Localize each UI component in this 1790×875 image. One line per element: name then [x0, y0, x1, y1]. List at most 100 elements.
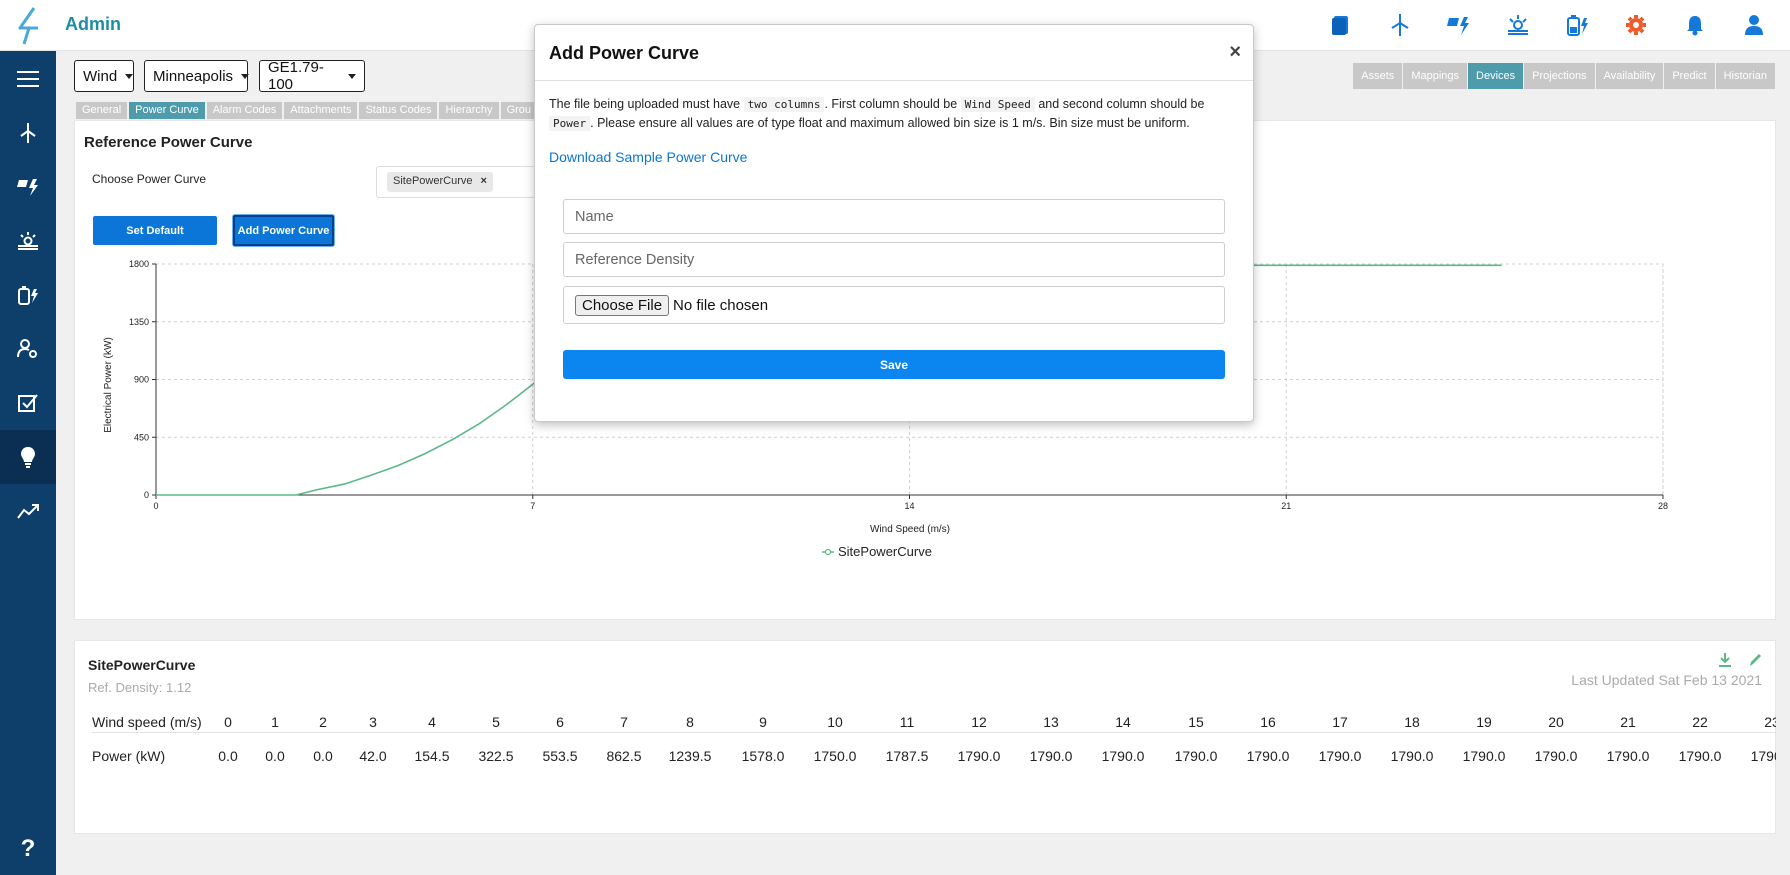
- wind-speed-cell: 13: [1043, 714, 1059, 730]
- power-cell: 0.0: [218, 748, 238, 764]
- site-dropdown-value: Minneapolis: [153, 67, 234, 85]
- file-input[interactable]: Choose File No file chosen: [563, 286, 1225, 324]
- model-dropdown[interactable]: GE1.79-100: [259, 59, 365, 93]
- wind-speed-cell: 3: [369, 714, 377, 730]
- tab-projections[interactable]: Projections: [1524, 63, 1595, 89]
- tab-groups[interactable]: Grou: [500, 102, 538, 119]
- type-dropdown[interactable]: Wind: [74, 60, 134, 92]
- save-button[interactable]: Save: [563, 350, 1225, 379]
- solar-power-icon: [17, 179, 38, 196]
- power-curve-select[interactable]: SitePowerCurve ×: [376, 166, 536, 198]
- document-icon[interactable]: [1321, 10, 1361, 40]
- chevron-down-icon: [241, 73, 250, 79]
- power-cell: 1578.0: [741, 748, 785, 764]
- tab-assets[interactable]: Assets: [1353, 63, 1403, 89]
- wind-speed-cell: 10: [827, 714, 843, 730]
- sidebar-item-wind[interactable]: [0, 106, 56, 160]
- power-cell: 1790.0: [1678, 748, 1722, 764]
- tab-power-curve[interactable]: Power Curve: [129, 102, 205, 119]
- solar-power-icon[interactable]: [1439, 10, 1479, 40]
- chart-legend[interactable]: SitePowerCurve: [822, 544, 932, 559]
- power-cell: 1790.0: [1750, 748, 1776, 764]
- tab-availability[interactable]: Availability: [1595, 63, 1664, 89]
- help-icon[interactable]: ?: [0, 822, 56, 875]
- download-sample-link[interactable]: Download Sample Power Curve: [549, 149, 747, 165]
- reference-density-input[interactable]: Reference Density: [563, 242, 1225, 277]
- no-file-text: No file chosen: [673, 296, 769, 314]
- menu-icon[interactable]: [0, 52, 56, 106]
- sun-horizon-icon[interactable]: [1498, 10, 1538, 40]
- power-cell: 1790.0: [1390, 748, 1434, 764]
- edit-icon[interactable]: [1748, 652, 1762, 668]
- curve-table: Wind speed (m/s) 0 1 2 3 4 5 6 7 8 9 10 11 12 13 14 15 1…: [76, 700, 1776, 770]
- power-cell: 0.0: [313, 748, 333, 764]
- battery-charge-icon[interactable]: [1557, 10, 1597, 40]
- wind-speed-cell: 0: [224, 714, 232, 730]
- wind-speed-cell: 8: [686, 714, 694, 730]
- x-tick-label: 21: [1281, 501, 1291, 511]
- app-logo-icon[interactable]: [8, 4, 52, 48]
- power-cell: 42.0: [359, 748, 387, 764]
- sidebar-item-tasks[interactable]: [0, 376, 56, 430]
- x-tick-label: 0: [153, 501, 158, 511]
- checkbox-icon: [18, 394, 38, 412]
- sidebar-item-storage[interactable]: [0, 268, 56, 322]
- trend-chart-icon: [17, 504, 39, 519]
- wind-speed-cell: 5: [492, 714, 500, 730]
- y-tick-label: 450: [134, 432, 149, 442]
- tab-hierarchy[interactable]: Hierarchy: [439, 102, 499, 119]
- tab-devices[interactable]: Devices: [1468, 63, 1524, 89]
- tab-predict[interactable]: Predict: [1664, 63, 1715, 89]
- add-power-curve-modal: Add Power Curve × The file being uploade…: [534, 24, 1254, 422]
- device-subtabs: General Power Curve Alarm Codes Attachme…: [76, 102, 538, 119]
- close-icon[interactable]: ×: [1229, 41, 1241, 64]
- wind-speed-cell: 19: [1476, 714, 1492, 730]
- bell-icon[interactable]: [1675, 10, 1715, 40]
- tab-historian[interactable]: Historian: [1715, 63, 1775, 89]
- tab-status-codes[interactable]: Status Codes: [359, 102, 438, 119]
- power-cell: 1790.0: [1534, 748, 1578, 764]
- wind-turbine-icon[interactable]: [1380, 10, 1420, 40]
- ref-density: Ref. Density: 1.12: [88, 680, 192, 695]
- tab-attachments[interactable]: Attachments: [284, 102, 358, 119]
- instructions-text-2: . First column should be: [824, 97, 958, 111]
- sidebar-item-solar[interactable]: [0, 160, 56, 214]
- wind-turbine-icon: [20, 123, 36, 143]
- power-cell: 322.5: [478, 748, 514, 764]
- sidebar-item-trends[interactable]: [0, 484, 56, 538]
- y-tick-label: 900: [134, 375, 149, 385]
- selected-curve-chip: SitePowerCurve ×: [387, 172, 493, 192]
- sidebar-item-users[interactable]: [0, 322, 56, 376]
- name-input[interactable]: Name: [563, 199, 1225, 234]
- table-divider: [92, 732, 1776, 733]
- tab-alarm-codes[interactable]: Alarm Codes: [206, 102, 283, 119]
- sidebar-item-predict[interactable]: [0, 430, 56, 484]
- power-cell: 862.5: [606, 748, 642, 764]
- wind-speed-cell: 18: [1404, 714, 1420, 730]
- user-settings-icon: [17, 339, 37, 358]
- x-tick-label: 7: [530, 501, 535, 511]
- chip-remove-icon[interactable]: ×: [480, 175, 486, 187]
- choose-power-curve-label: Choose Power Curve: [92, 172, 207, 186]
- tab-mappings[interactable]: Mappings: [1403, 63, 1468, 89]
- download-icon[interactable]: [1718, 652, 1732, 668]
- type-dropdown-value: Wind: [83, 67, 118, 85]
- tab-general[interactable]: General: [76, 102, 128, 119]
- app-title: Admin: [65, 14, 121, 34]
- instructions-text-3: and second column should be: [1038, 97, 1205, 111]
- code-wind-speed: Wind Speed: [960, 97, 1035, 112]
- site-dropdown[interactable]: Minneapolis: [144, 60, 250, 92]
- wind-speed-cell: 22: [1692, 714, 1708, 730]
- power-cell: 1787.5: [885, 748, 929, 764]
- sidebar-item-sun[interactable]: [0, 214, 56, 268]
- power-cell: 1790.0: [1462, 748, 1506, 764]
- gear-icon[interactable]: [1616, 10, 1656, 40]
- x-tick-label: 14: [904, 501, 914, 511]
- power-cell: 1790.0: [1246, 748, 1290, 764]
- reference-title: Reference Power Curve: [84, 134, 253, 151]
- wind-speed-cell: 9: [759, 714, 767, 730]
- wind-speed-cell: 16: [1260, 714, 1276, 730]
- user-icon[interactable]: [1734, 10, 1774, 40]
- y-axis-label: Electrical Power (kW): [103, 337, 114, 433]
- choose-file-button[interactable]: Choose File: [575, 294, 670, 316]
